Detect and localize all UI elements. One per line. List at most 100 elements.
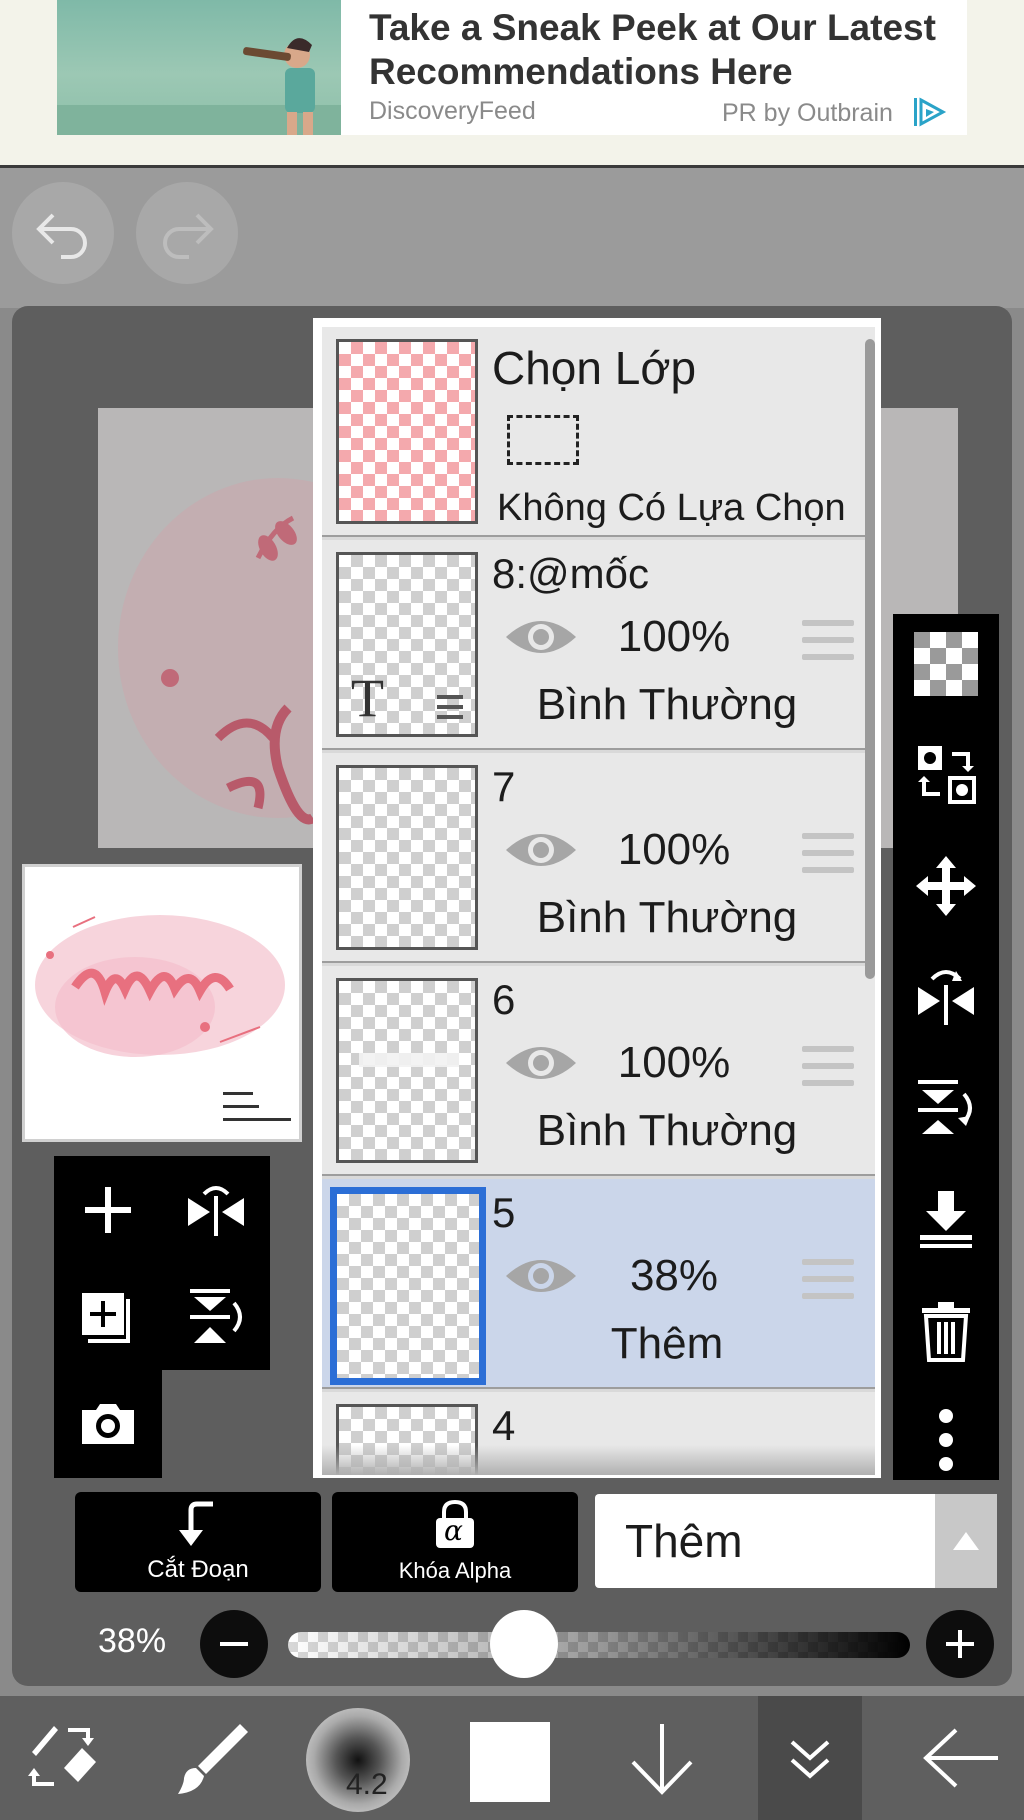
- checkerboard-icon: [914, 632, 978, 696]
- layer-tools-toolbar: [893, 614, 999, 1480]
- color-swatch[interactable]: [470, 1722, 550, 1802]
- clipping-arrow-icon: [179, 1501, 213, 1546]
- layer-list-scrollbar[interactable]: [865, 339, 875, 979]
- visibility-eye-icon[interactable]: [504, 1041, 578, 1085]
- clipping-label: Cắt Đoạn: [147, 1556, 249, 1583]
- add-layer-button[interactable]: [54, 1156, 162, 1263]
- more-vertical-icon: [939, 1409, 953, 1471]
- layer-name: 5: [492, 1189, 516, 1236]
- ad-card[interactable]: Take a Sneak Peek at Our Latest Recommen…: [57, 0, 967, 135]
- flip-horizontal-small-button[interactable]: [162, 1156, 270, 1263]
- redo-button[interactable]: [136, 182, 238, 284]
- canvas-preview[interactable]: [22, 864, 302, 1142]
- selection-layer-title: Chọn Lớp: [492, 342, 697, 394]
- merge-down-button[interactable]: [893, 1169, 999, 1269]
- flip-vertical-button[interactable]: [893, 1058, 999, 1158]
- opacity-slider-thumb[interactable]: [490, 1610, 559, 1678]
- add-copy-icon: [82, 1292, 130, 1343]
- layer-actions-toolbar: [54, 1156, 270, 1370]
- layers-button[interactable]: [758, 1696, 862, 1820]
- layer-name: 4: [492, 1402, 516, 1449]
- undo-icon: [36, 213, 87, 259]
- camera-icon: [82, 1403, 134, 1444]
- layer-blend-mode: Thêm: [610, 1319, 724, 1368]
- merge-down-icon: [920, 1191, 972, 1248]
- visibility-eye-icon[interactable]: [504, 828, 578, 872]
- layer-thumbnail: [336, 765, 478, 950]
- move-button[interactable]: [893, 836, 999, 936]
- selection-layer-thumbnail: [336, 339, 478, 524]
- flip-horizontal-button[interactable]: [893, 947, 999, 1047]
- visibility-eye-icon[interactable]: [504, 1254, 578, 1298]
- layer-name: 6: [492, 976, 516, 1023]
- opacity-slider-track[interactable]: [288, 1632, 910, 1658]
- layer-row-selected[interactable]: 5 38% Thêm: [322, 1179, 875, 1389]
- layer-name: 8:@mốc: [492, 550, 650, 597]
- bottom-navigation: 4.2: [0, 1696, 1024, 1820]
- layer-opacity: 100%: [617, 825, 731, 874]
- selection-layer-row[interactable]: Chọn Lớp Không Có Lựa Chọn: [322, 327, 875, 537]
- drag-handle-icon[interactable]: [802, 1259, 854, 1299]
- undo-button[interactable]: [12, 182, 114, 284]
- flip-horizontal-icon: [188, 1185, 244, 1236]
- opacity-increase-button[interactable]: [926, 1610, 994, 1678]
- more-options-button[interactable]: [893, 1390, 999, 1490]
- layer-panel[interactable]: Chọn Lớp Không Có Lựa Chọn T 8:@mốc 100%…: [313, 318, 881, 1478]
- back-button[interactable]: [908, 1696, 1012, 1820]
- flip-vertical-small-button[interactable]: [162, 1263, 270, 1370]
- ad-title[interactable]: Take a Sneak Peek at Our Latest Recommen…: [369, 6, 959, 94]
- selection-status: Không Có Lựa Chọn: [497, 487, 846, 529]
- brush-tool-button[interactable]: [158, 1696, 262, 1820]
- move-arrows-icon: [916, 856, 976, 916]
- drag-handle-icon[interactable]: [802, 1046, 854, 1086]
- drag-handle-icon[interactable]: [802, 833, 854, 873]
- arrow-down-icon: [631, 1724, 693, 1795]
- ad-image[interactable]: [57, 0, 341, 135]
- move-down-button[interactable]: [610, 1696, 714, 1820]
- layer-list[interactable]: Chọn Lớp Không Có Lựa Chọn T 8:@mốc 100%…: [322, 327, 875, 1475]
- ad-choices-icon[interactable]: [912, 95, 948, 129]
- flip-vertical-icon: [190, 1288, 242, 1343]
- ad-banner[interactable]: Take a Sneak Peek at Our Latest Recommen…: [0, 0, 1024, 168]
- delete-layer-button[interactable]: [893, 1280, 999, 1380]
- minus-icon: [220, 1642, 248, 1646]
- layer-opacity: 100%: [617, 612, 731, 661]
- ad-source: DiscoveryFeed: [369, 97, 536, 125]
- layer-opacity: 100%: [617, 1038, 731, 1087]
- layer-thumbnail: [336, 978, 478, 1163]
- opacity-value: 38%: [98, 1622, 167, 1660]
- drag-handle-icon[interactable]: [802, 620, 854, 660]
- ad-provider[interactable]: PR by Outbrain: [722, 99, 893, 128]
- layer-thumbnail: T: [336, 552, 478, 737]
- blend-mode-select[interactable]: Thêm: [595, 1494, 997, 1588]
- flip-vertical-icon: [918, 1080, 972, 1134]
- layer-row[interactable]: 6 100% Bình Thường: [322, 966, 875, 1176]
- layer-row[interactable]: T 8:@mốc 100% Bình Thường: [322, 540, 875, 750]
- tool-switch-button[interactable]: [10, 1696, 114, 1820]
- layer-row[interactable]: 7 100% Bình Thường: [322, 753, 875, 963]
- plus-icon: [85, 1186, 131, 1233]
- brush-eraser-switch-icon: [28, 1726, 96, 1786]
- layer-blend-mode: Bình Thường: [536, 680, 798, 729]
- opacity-decrease-button[interactable]: [200, 1610, 268, 1678]
- brush-size-value: 4.2: [346, 1768, 388, 1801]
- swap-layer-icon: [918, 746, 976, 804]
- visibility-eye-icon[interactable]: [504, 615, 578, 659]
- layer-name: 7: [492, 763, 516, 810]
- swap-layer-button[interactable]: [893, 724, 999, 824]
- add-layer-copy-button[interactable]: [54, 1263, 162, 1370]
- triangle-up-icon: [953, 1532, 979, 1550]
- brush-size-button[interactable]: 4.2: [306, 1708, 410, 1812]
- blend-mode-value: Thêm: [625, 1515, 743, 1567]
- alpha-symbol: α: [444, 1514, 463, 1547]
- selection-marquee-icon: [507, 415, 579, 465]
- layer-blend-mode: Bình Thường: [536, 1106, 798, 1155]
- blend-mode-dropdown-button[interactable]: [935, 1494, 997, 1588]
- alpha-lock-button[interactable]: α Khóa Alpha: [332, 1492, 578, 1592]
- text-layer-marker: T: [351, 668, 384, 728]
- layer-thumbnail: [330, 1187, 486, 1385]
- trash-icon: [922, 1302, 970, 1362]
- transparency-button[interactable]: [893, 614, 999, 714]
- camera-button[interactable]: [54, 1370, 162, 1477]
- clipping-button[interactable]: Cắt Đoạn: [75, 1492, 321, 1592]
